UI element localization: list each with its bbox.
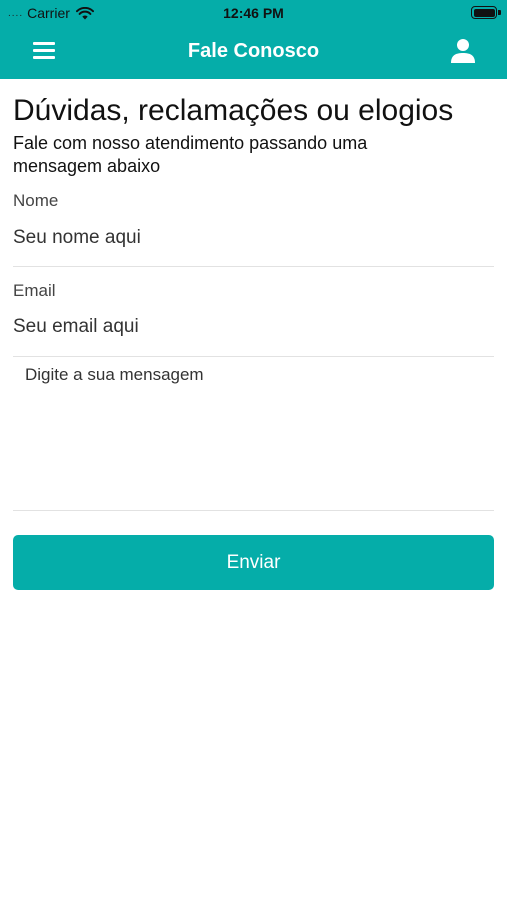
form-subheading: Fale com nosso atendimento passando uma … bbox=[13, 133, 368, 176]
status-time: 12:46 PM bbox=[223, 5, 284, 21]
form-heading: Dúvidas, reclamações ou elogios bbox=[13, 94, 454, 127]
name-input[interactable] bbox=[13, 221, 494, 255]
email-label: Email bbox=[13, 281, 56, 300]
email-divider bbox=[13, 356, 494, 357]
message-divider bbox=[13, 510, 494, 511]
page-title: Fale Conosco bbox=[187, 40, 320, 62]
app-header: .... Carrier 12:46 PM Fale Conosco bbox=[0, 0, 507, 79]
user-profile-icon[interactable] bbox=[451, 38, 475, 64]
battery-tip bbox=[498, 10, 501, 15]
submit-button[interactable]: Enviar bbox=[13, 535, 494, 590]
name-divider bbox=[13, 266, 494, 267]
email-input[interactable] bbox=[13, 310, 494, 344]
status-bar: .... Carrier 12:46 PM bbox=[0, 0, 507, 26]
name-label: Nome bbox=[13, 191, 59, 210]
battery-icon bbox=[471, 6, 497, 19]
message-textarea[interactable] bbox=[13, 360, 494, 508]
